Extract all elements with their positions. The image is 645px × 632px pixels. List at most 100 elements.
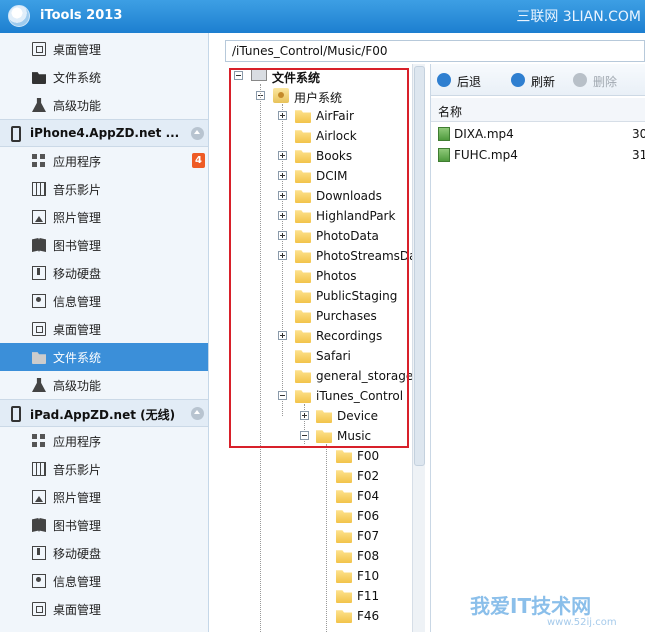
app-title: iTools 2013 xyxy=(40,8,123,23)
sidebar-item[interactable]: 图书管理 xyxy=(0,231,208,259)
folder-icon xyxy=(32,72,46,84)
device-name: iPhone4.AppZD.net ... xyxy=(30,126,180,140)
sidebar-item-label: 移动硬盘 xyxy=(53,547,102,561)
sidebar-item[interactable]: 高级功能 xyxy=(0,91,208,119)
sidebar-item[interactable]: 文件系统 xyxy=(0,63,208,91)
sidebar-item[interactable]: 照片管理 xyxy=(0,203,208,231)
file-row[interactable]: FUHC.mp4 31 xyxy=(431,145,645,165)
mp4-file-icon xyxy=(438,148,450,162)
sidebar-item-label: 信息管理 xyxy=(53,295,102,309)
tree-node[interactable]: F02 xyxy=(225,466,425,486)
sidebar-item[interactable]: 应用程序 xyxy=(0,427,208,455)
path-bar[interactable]: /iTunes_Control/Music/F00 xyxy=(225,40,645,62)
eject-icon[interactable] xyxy=(191,407,204,420)
sidebar-item[interactable]: 桌面管理 xyxy=(0,315,208,343)
sidebar-item[interactable]: 桌面管理 xyxy=(0,35,208,63)
itools-logo-icon xyxy=(8,5,30,27)
sidebar-item[interactable]: 信息管理 xyxy=(0,287,208,315)
sidebar-item-label: 文件系统 xyxy=(53,351,102,365)
sidebar-item[interactable]: 音乐影片 xyxy=(0,455,208,483)
sidebar-item[interactable]: 移动硬盘 xyxy=(0,259,208,287)
delete-x-icon xyxy=(573,73,587,87)
phone-icon xyxy=(11,126,21,142)
sidebar: 桌面管理 文件系统 高级功能 iPhone4.AppZD.net ... 应用程序 4 音乐… xyxy=(0,33,209,632)
file-row[interactable]: DIXA.mp4 30 xyxy=(431,124,645,144)
folder-icon xyxy=(336,450,352,463)
apps-grid-icon xyxy=(32,434,46,448)
desktop-icon xyxy=(32,602,46,616)
file-name: FUHC.mp4 xyxy=(454,148,518,162)
sidebar-item-label: 图书管理 xyxy=(53,239,102,253)
sidebar-item-label: 桌面管理 xyxy=(53,603,102,617)
sidebar-item[interactable]: 音乐影片 xyxy=(0,175,208,203)
sidebar-item-label: 高级功能 xyxy=(53,379,102,393)
tree-node-label: F46 xyxy=(357,609,380,623)
sidebar-item-label: 照片管理 xyxy=(53,491,102,505)
site-watermark: 三联网 3LIAN.COM xyxy=(516,9,641,25)
back-arrow-icon xyxy=(437,73,451,87)
sidebar-item[interactable]: 桌面管理 xyxy=(0,595,208,623)
sidebar-item-label: 移动硬盘 xyxy=(53,267,102,281)
sidebar-item-label: 图书管理 xyxy=(53,519,102,533)
folder-icon xyxy=(336,610,352,623)
tree-node[interactable]: F46 xyxy=(225,606,425,626)
refresh-button[interactable]: 刷新 xyxy=(511,72,571,90)
drive-icon xyxy=(32,266,46,280)
device-header[interactable]: iPhone4.AppZD.net ... xyxy=(0,119,208,147)
sidebar-item[interactable]: 图书管理 xyxy=(0,511,208,539)
film-icon xyxy=(32,182,46,196)
film-icon xyxy=(32,462,46,476)
sidebar-item[interactable]: 应用程序 4 xyxy=(0,147,208,175)
device-header[interactable]: iPad.AppZD.net (无线) xyxy=(0,399,208,427)
bottom-watermark-url: www.52ij.com xyxy=(547,617,617,628)
sidebar-item-label: 应用程序 xyxy=(53,435,102,449)
flask-icon xyxy=(32,98,46,112)
folder-icon xyxy=(336,510,352,523)
tree-node[interactable]: F04 xyxy=(225,486,425,506)
tree-node-label: F02 xyxy=(357,469,380,483)
path-text: /iTunes_Control/Music/F00 xyxy=(232,44,388,58)
sidebar-item-label: 桌面管理 xyxy=(53,43,102,57)
file-toolbar: 后退 刷新 删除 xyxy=(431,64,645,96)
back-label: 后退 xyxy=(457,75,482,89)
tree-scrollbar-thumb[interactable] xyxy=(414,66,425,466)
photo-icon xyxy=(32,210,46,224)
refresh-label: 刷新 xyxy=(531,75,556,89)
file-size: 31 xyxy=(632,148,645,162)
photo-icon xyxy=(32,490,46,504)
sidebar-item-label: 高级功能 xyxy=(53,99,102,113)
tree-scrollbar[interactable] xyxy=(412,64,425,632)
tree-node[interactable]: F10 xyxy=(225,566,425,586)
folder-icon xyxy=(336,470,352,483)
tree-node[interactable]: F07 xyxy=(225,526,425,546)
title-bar: iTools 2013 三联网 3LIAN.COM xyxy=(0,0,645,33)
folder-icon xyxy=(336,570,352,583)
folder-icon xyxy=(336,590,352,603)
tree-node-label: F00 xyxy=(357,449,380,463)
tree-node-label: F04 xyxy=(357,489,380,503)
file-size: 30 xyxy=(632,127,645,141)
sidebar-item[interactable]: 文件系统 xyxy=(0,343,208,371)
folder-icon xyxy=(336,530,352,543)
sidebar-item[interactable]: 信息管理 xyxy=(0,567,208,595)
eject-icon[interactable] xyxy=(191,127,204,140)
tree-node[interactable]: F11 xyxy=(225,586,425,606)
mp4-file-icon xyxy=(438,127,450,141)
file-panel: 后退 刷新 删除 名称 DIXA.mp4 30 FUHC.mp4 31 xyxy=(430,64,645,632)
tree-node[interactable]: F00 xyxy=(225,446,425,466)
column-header-name[interactable]: 名称 xyxy=(431,98,645,122)
sidebar-item[interactable]: 高级功能 xyxy=(0,371,208,399)
back-button[interactable]: 后退 xyxy=(437,72,497,90)
refresh-icon xyxy=(511,73,525,87)
highlight-box xyxy=(229,68,409,448)
sidebar-item[interactable]: 照片管理 xyxy=(0,483,208,511)
delete-button[interactable]: 删除 xyxy=(573,72,633,90)
book-icon xyxy=(32,238,46,252)
contact-icon xyxy=(32,574,46,588)
tree-node[interactable]: F06 xyxy=(225,506,425,526)
device-name: iPad.AppZD.net (无线) xyxy=(30,408,176,422)
sidebar-item[interactable]: 移动硬盘 xyxy=(0,539,208,567)
sidebar-item-label: 应用程序 xyxy=(53,155,102,169)
tree-node[interactable]: F08 xyxy=(225,546,425,566)
sidebar-item-label: 音乐影片 xyxy=(53,463,102,477)
